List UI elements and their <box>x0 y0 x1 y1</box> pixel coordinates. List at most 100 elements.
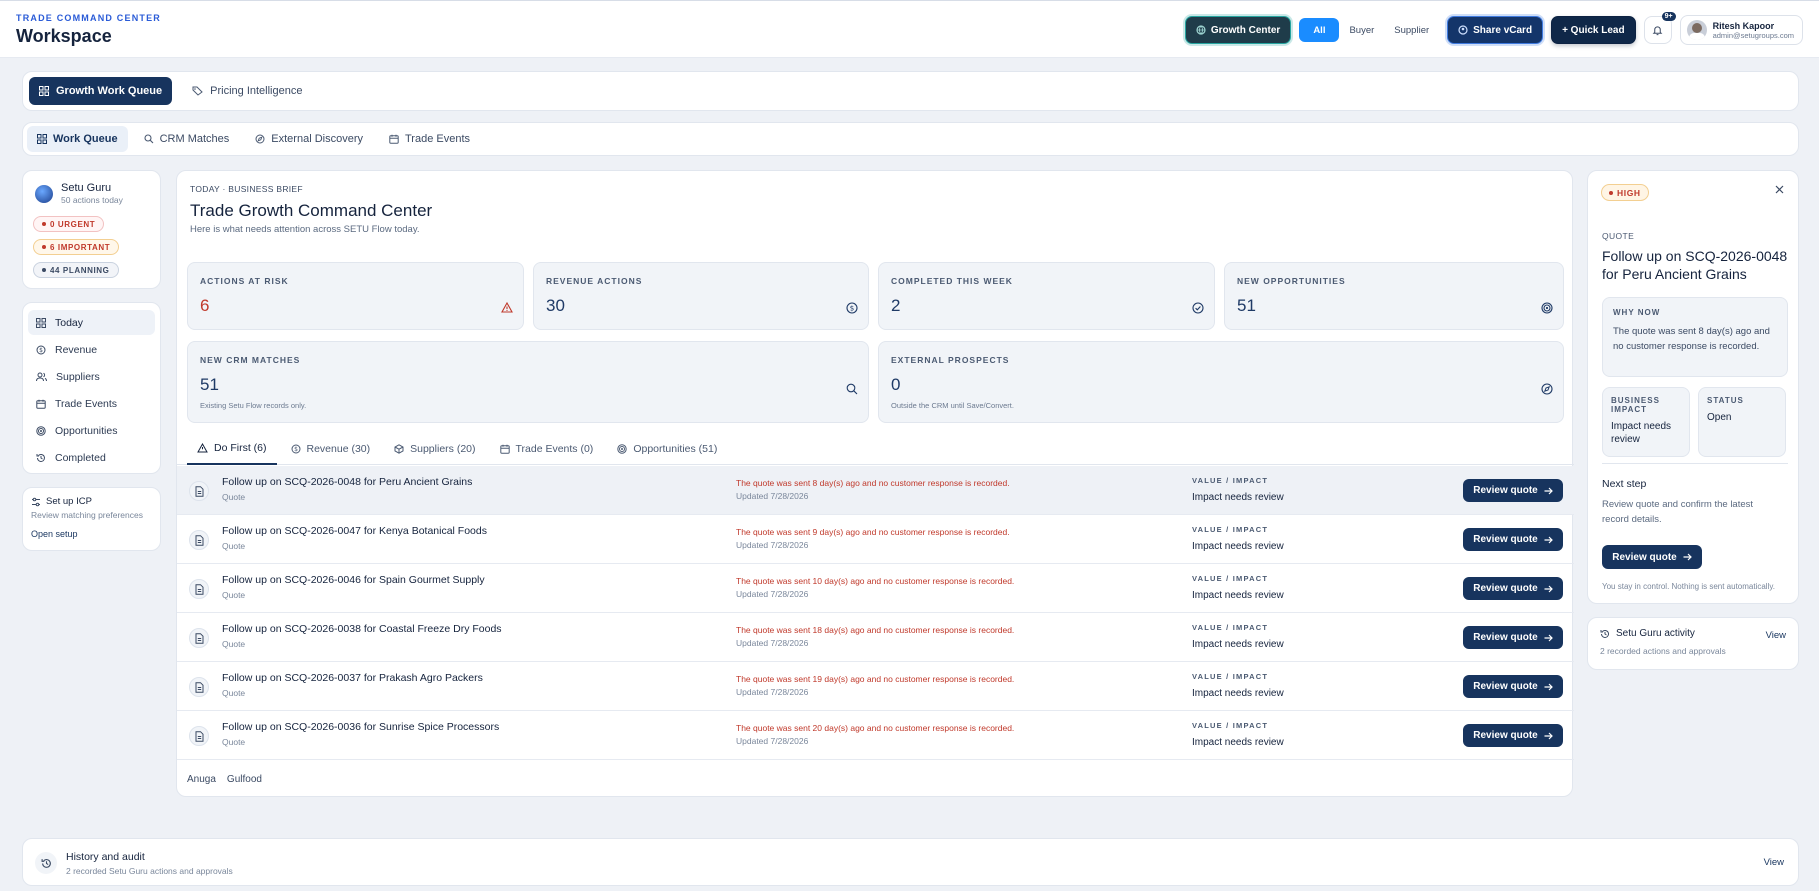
nav-item-today[interactable]: Today <box>28 310 155 335</box>
tab-label: Trade Events (0) <box>515 442 594 455</box>
svg-text:$: $ <box>39 347 43 354</box>
tab-do-first[interactable]: Do First (6) <box>187 433 277 465</box>
icp-setup-card: Set up ICP Review matching preferences O… <box>22 487 161 551</box>
kpi-note: Existing Setu Flow records only. <box>200 401 307 410</box>
kpi-external-prospects[interactable]: EXTERNAL PROSPECTS 0 Outside the CRM unt… <box>878 341 1564 423</box>
review-quote-button[interactable]: Review quote <box>1463 626 1563 649</box>
detail-review-quote-button[interactable]: Review quote <box>1602 545 1702 569</box>
user-menu[interactable]: Ritesh Kapoor admin@setugroups.com <box>1679 15 1803 45</box>
share-vcard-button[interactable]: Share vCard <box>1447 16 1544 44</box>
open-setup-link[interactable]: Open setup <box>31 529 152 539</box>
item-title: Follow up on SCQ-2026-0036 for Sunrise S… <box>222 721 500 733</box>
kpi-label: COMPLETED THIS WEEK <box>891 276 1013 286</box>
history-view-link[interactable]: View <box>1764 857 1784 868</box>
planning-pill[interactable]: 44 PLANNING <box>33 262 119 278</box>
sliders-icon <box>31 497 41 507</box>
brand-supertitle: TRADE COMMAND CENTER <box>16 13 161 23</box>
trade-show-anuga[interactable]: Anuga <box>187 774 216 785</box>
tab-label: Suppliers (20) <box>410 442 476 455</box>
kpi-label: NEW CRM MATCHES <box>200 355 301 365</box>
trade-show-gulfood[interactable]: Gulfood <box>227 774 262 785</box>
left-nav: Today $ Revenue Suppliers Trade Events O… <box>22 302 161 474</box>
history-icon <box>35 852 57 874</box>
tab-crm-matches[interactable]: CRM Matches <box>134 126 240 152</box>
segment-buyer[interactable]: Buyer <box>1339 18 1384 42</box>
tab-opportunities[interactable]: Opportunities (51) <box>607 433 727 465</box>
tab-external-discovery[interactable]: External Discovery <box>245 126 373 152</box>
kpi-new-crm-matches[interactable]: NEW CRM MATCHES 51 Existing Setu Flow re… <box>187 341 869 423</box>
nav-item-revenue[interactable]: $ Revenue <box>28 337 155 362</box>
review-quote-button[interactable]: Review quote <box>1463 479 1563 502</box>
item-title: Follow up on SCQ-2026-0038 for Coastal F… <box>222 623 502 635</box>
target-icon <box>617 443 628 454</box>
button-label: Review quote <box>1473 681 1538 692</box>
kpi-completed-this-week[interactable]: COMPLETED THIS WEEK 2 <box>878 262 1215 330</box>
nav-label: Opportunities <box>55 424 118 437</box>
target-icon <box>1541 302 1553 314</box>
bell-icon <box>1652 25 1663 36</box>
item-reason: The quote was sent 9 day(s) ago and no c… <box>736 527 1010 537</box>
nav-item-completed[interactable]: Completed <box>28 445 155 470</box>
tab-revenue[interactable]: $ Revenue (30) <box>281 433 381 465</box>
kpi-value: 0 <box>891 375 901 394</box>
detail-type: QUOTE <box>1602 231 1635 241</box>
button-label: Review quote <box>1473 730 1538 741</box>
nav-item-suppliers[interactable]: Suppliers <box>28 364 155 389</box>
arrow-right-icon <box>1544 634 1553 642</box>
review-quote-button[interactable]: Review quote <box>1463 675 1563 698</box>
notifications-button[interactable]: 9+ <box>1643 12 1676 44</box>
growth-center-label: Growth Center <box>1210 24 1281 36</box>
urgent-pill[interactable]: 0 URGENT <box>33 216 105 232</box>
tab-suppliers[interactable]: Suppliers (20) <box>384 433 485 465</box>
item-type: Quote <box>222 541 246 551</box>
segment-supplier[interactable]: Supplier <box>1384 18 1439 42</box>
review-quote-button[interactable]: Review quote <box>1463 724 1563 747</box>
history-audit-card: History and audit 2 recorded Setu Guru a… <box>22 838 1799 886</box>
search-icon <box>846 383 858 395</box>
history-title: History and audit <box>66 851 145 863</box>
kpi-actions-at-risk[interactable]: ACTIONS AT RISK 6 <box>187 262 524 330</box>
value-impact: Impact needs review <box>1192 737 1284 748</box>
arrow-right-icon <box>1544 732 1553 740</box>
important-pill[interactable]: 6 IMPORTANT <box>33 239 120 255</box>
tab-work-queue[interactable]: Work Queue <box>27 126 128 152</box>
growth-center-button[interactable]: Growth Center <box>1184 16 1292 44</box>
why-now-text: The quote was sent 8 day(s) ago and no c… <box>1613 326 1770 352</box>
review-quote-button[interactable]: Review quote <box>1463 528 1563 551</box>
value-impact: Impact needs review <box>1192 541 1284 552</box>
list-item[interactable]: Follow up on SCQ-2026-0036 for Sunrise S… <box>177 711 1574 760</box>
nav-item-opportunities[interactable]: Opportunities <box>28 418 155 443</box>
review-quote-button[interactable]: Review quote <box>1463 577 1563 600</box>
compass-icon <box>1541 383 1553 395</box>
nav-label: Revenue <box>55 343 98 356</box>
kpi-label: NEW OPPORTUNITIES <box>1237 276 1346 286</box>
kpi-new-opportunities[interactable]: NEW OPPORTUNITIES 51 <box>1224 262 1564 330</box>
value-impact-label: VALUE / IMPACT <box>1192 574 1269 583</box>
item-updated: Updated 7/28/2026 <box>736 736 809 746</box>
divider <box>1602 463 1788 464</box>
list-item[interactable]: Follow up on SCQ-2026-0037 for Prakash A… <box>177 662 1574 711</box>
list-item[interactable]: Follow up on SCQ-2026-0038 for Coastal F… <box>177 613 1574 662</box>
why-now-label: WHY NOW <box>1613 308 1661 317</box>
document-icon <box>189 579 209 599</box>
tab-trade-events-queue[interactable]: Trade Events (0) <box>490 433 604 465</box>
item-type: Quote <box>222 590 246 600</box>
kpi-revenue-actions[interactable]: REVENUE ACTIONS 30 $ <box>533 262 869 330</box>
list-item[interactable]: Follow up on SCQ-2026-0048 for Peru Anci… <box>177 466 1574 515</box>
document-icon <box>189 677 209 697</box>
nav-item-trade-events[interactable]: Trade Events <box>28 391 155 416</box>
tab-trade-events[interactable]: Trade Events <box>379 126 480 152</box>
queue-tabs: Do First (6) $ Revenue (30) Suppliers (2… <box>177 433 1574 465</box>
setu-guru-card: Setu Guru 50 actions today 0 URGENT 6 IM… <box>22 170 161 289</box>
tag-icon <box>192 86 203 96</box>
list-item[interactable]: Follow up on SCQ-2026-0046 for Spain Gou… <box>177 564 1574 613</box>
list-item[interactable]: Follow up on SCQ-2026-0047 for Kenya Bot… <box>177 515 1574 564</box>
segment-all[interactable]: All <box>1299 18 1340 42</box>
activity-view-link[interactable]: View <box>1766 630 1786 641</box>
close-icon[interactable] <box>1775 185 1784 194</box>
dollar-icon: $ <box>36 345 46 355</box>
value-impact: Impact needs review <box>1192 492 1284 503</box>
tab-pricing-intelligence[interactable]: Pricing Intelligence <box>182 77 312 105</box>
quick-lead-button[interactable]: + Quick Lead <box>1551 16 1636 44</box>
tab-growth-work-queue[interactable]: Growth Work Queue <box>29 77 173 105</box>
